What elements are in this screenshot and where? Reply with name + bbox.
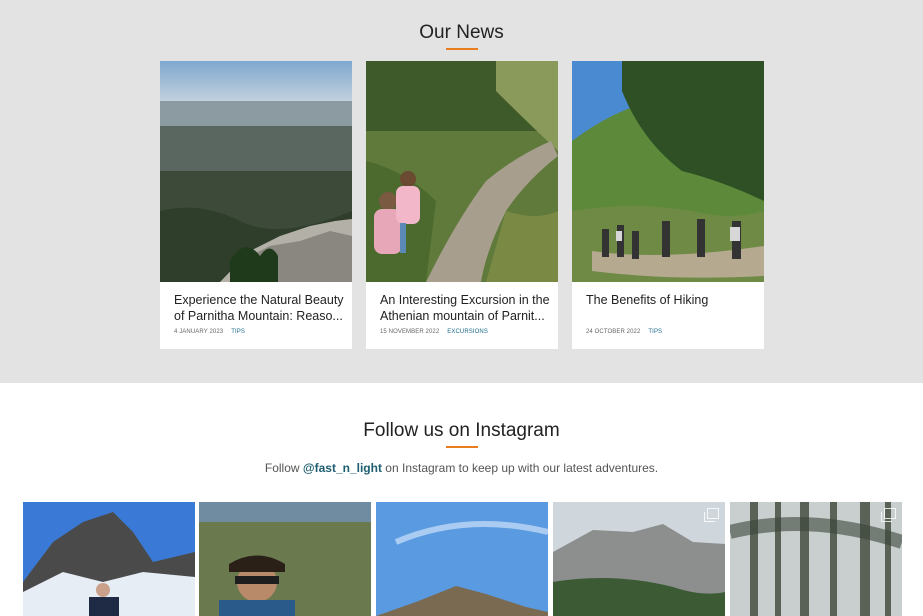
- instagram-post[interactable]: [376, 502, 548, 616]
- news-heading: Our News: [419, 22, 504, 43]
- news-card-date: 24 OCTOBER 2022: [586, 329, 641, 335]
- instagram-post[interactable]: [730, 502, 902, 616]
- multi-image-icon: [704, 508, 719, 522]
- news-card[interactable]: The Benefits of Hiking 24 OCTOBER 2022 TI…: [572, 61, 764, 349]
- follow-suffix: on Instagram to keep up with our latest …: [385, 461, 659, 475]
- news-card-image[interactable]: [366, 61, 558, 282]
- news-card-date: 4 JANUARY 2023: [174, 329, 224, 335]
- news-card-category[interactable]: TIPS: [648, 329, 662, 335]
- news-card-date: 15 NOVEMBER 2022: [380, 329, 440, 335]
- news-card-title[interactable]: The Benefits of Hiking: [586, 292, 756, 308]
- instagram-post[interactable]: [23, 502, 195, 616]
- news-card-meta: 4 JANUARY 2023 TIPS: [174, 329, 245, 335]
- news-card-title[interactable]: Experience the Natural Beauty of Parnith…: [174, 292, 344, 324]
- multi-image-icon: [881, 508, 896, 522]
- instagram-follow-text: Follow @fast_n_light on Instagram to kee…: [0, 461, 923, 475]
- news-card-title[interactable]: An Interesting Excursion in the Athenian…: [380, 292, 550, 324]
- news-card-meta: 24 OCTOBER 2022 TIPS: [586, 329, 662, 335]
- news-card-image[interactable]: [572, 61, 764, 282]
- news-card[interactable]: An Interesting Excursion in the Athenian…: [366, 61, 558, 349]
- instagram-section: Follow us on Instagram Follow @fast_n_li…: [0, 383, 923, 616]
- heading-underline: [446, 446, 478, 448]
- news-card-meta: 15 NOVEMBER 2022 EXCURSIONS: [380, 329, 488, 335]
- instagram-post[interactable]: [553, 502, 725, 616]
- instagram-heading: Follow us on Instagram: [363, 420, 560, 441]
- follow-prefix: Follow: [264, 461, 300, 475]
- news-section: Our News Experience the Natural Beauty o…: [0, 0, 923, 383]
- news-card-category[interactable]: EXCURSIONS: [447, 329, 488, 335]
- heading-underline: [446, 48, 478, 50]
- news-card-image[interactable]: [160, 61, 352, 282]
- news-card[interactable]: Experience the Natural Beauty of Parnith…: [160, 61, 352, 349]
- instagram-handle-link[interactable]: @fast_n_light: [303, 461, 382, 475]
- instagram-post[interactable]: [199, 502, 371, 616]
- news-card-category[interactable]: TIPS: [231, 329, 245, 335]
